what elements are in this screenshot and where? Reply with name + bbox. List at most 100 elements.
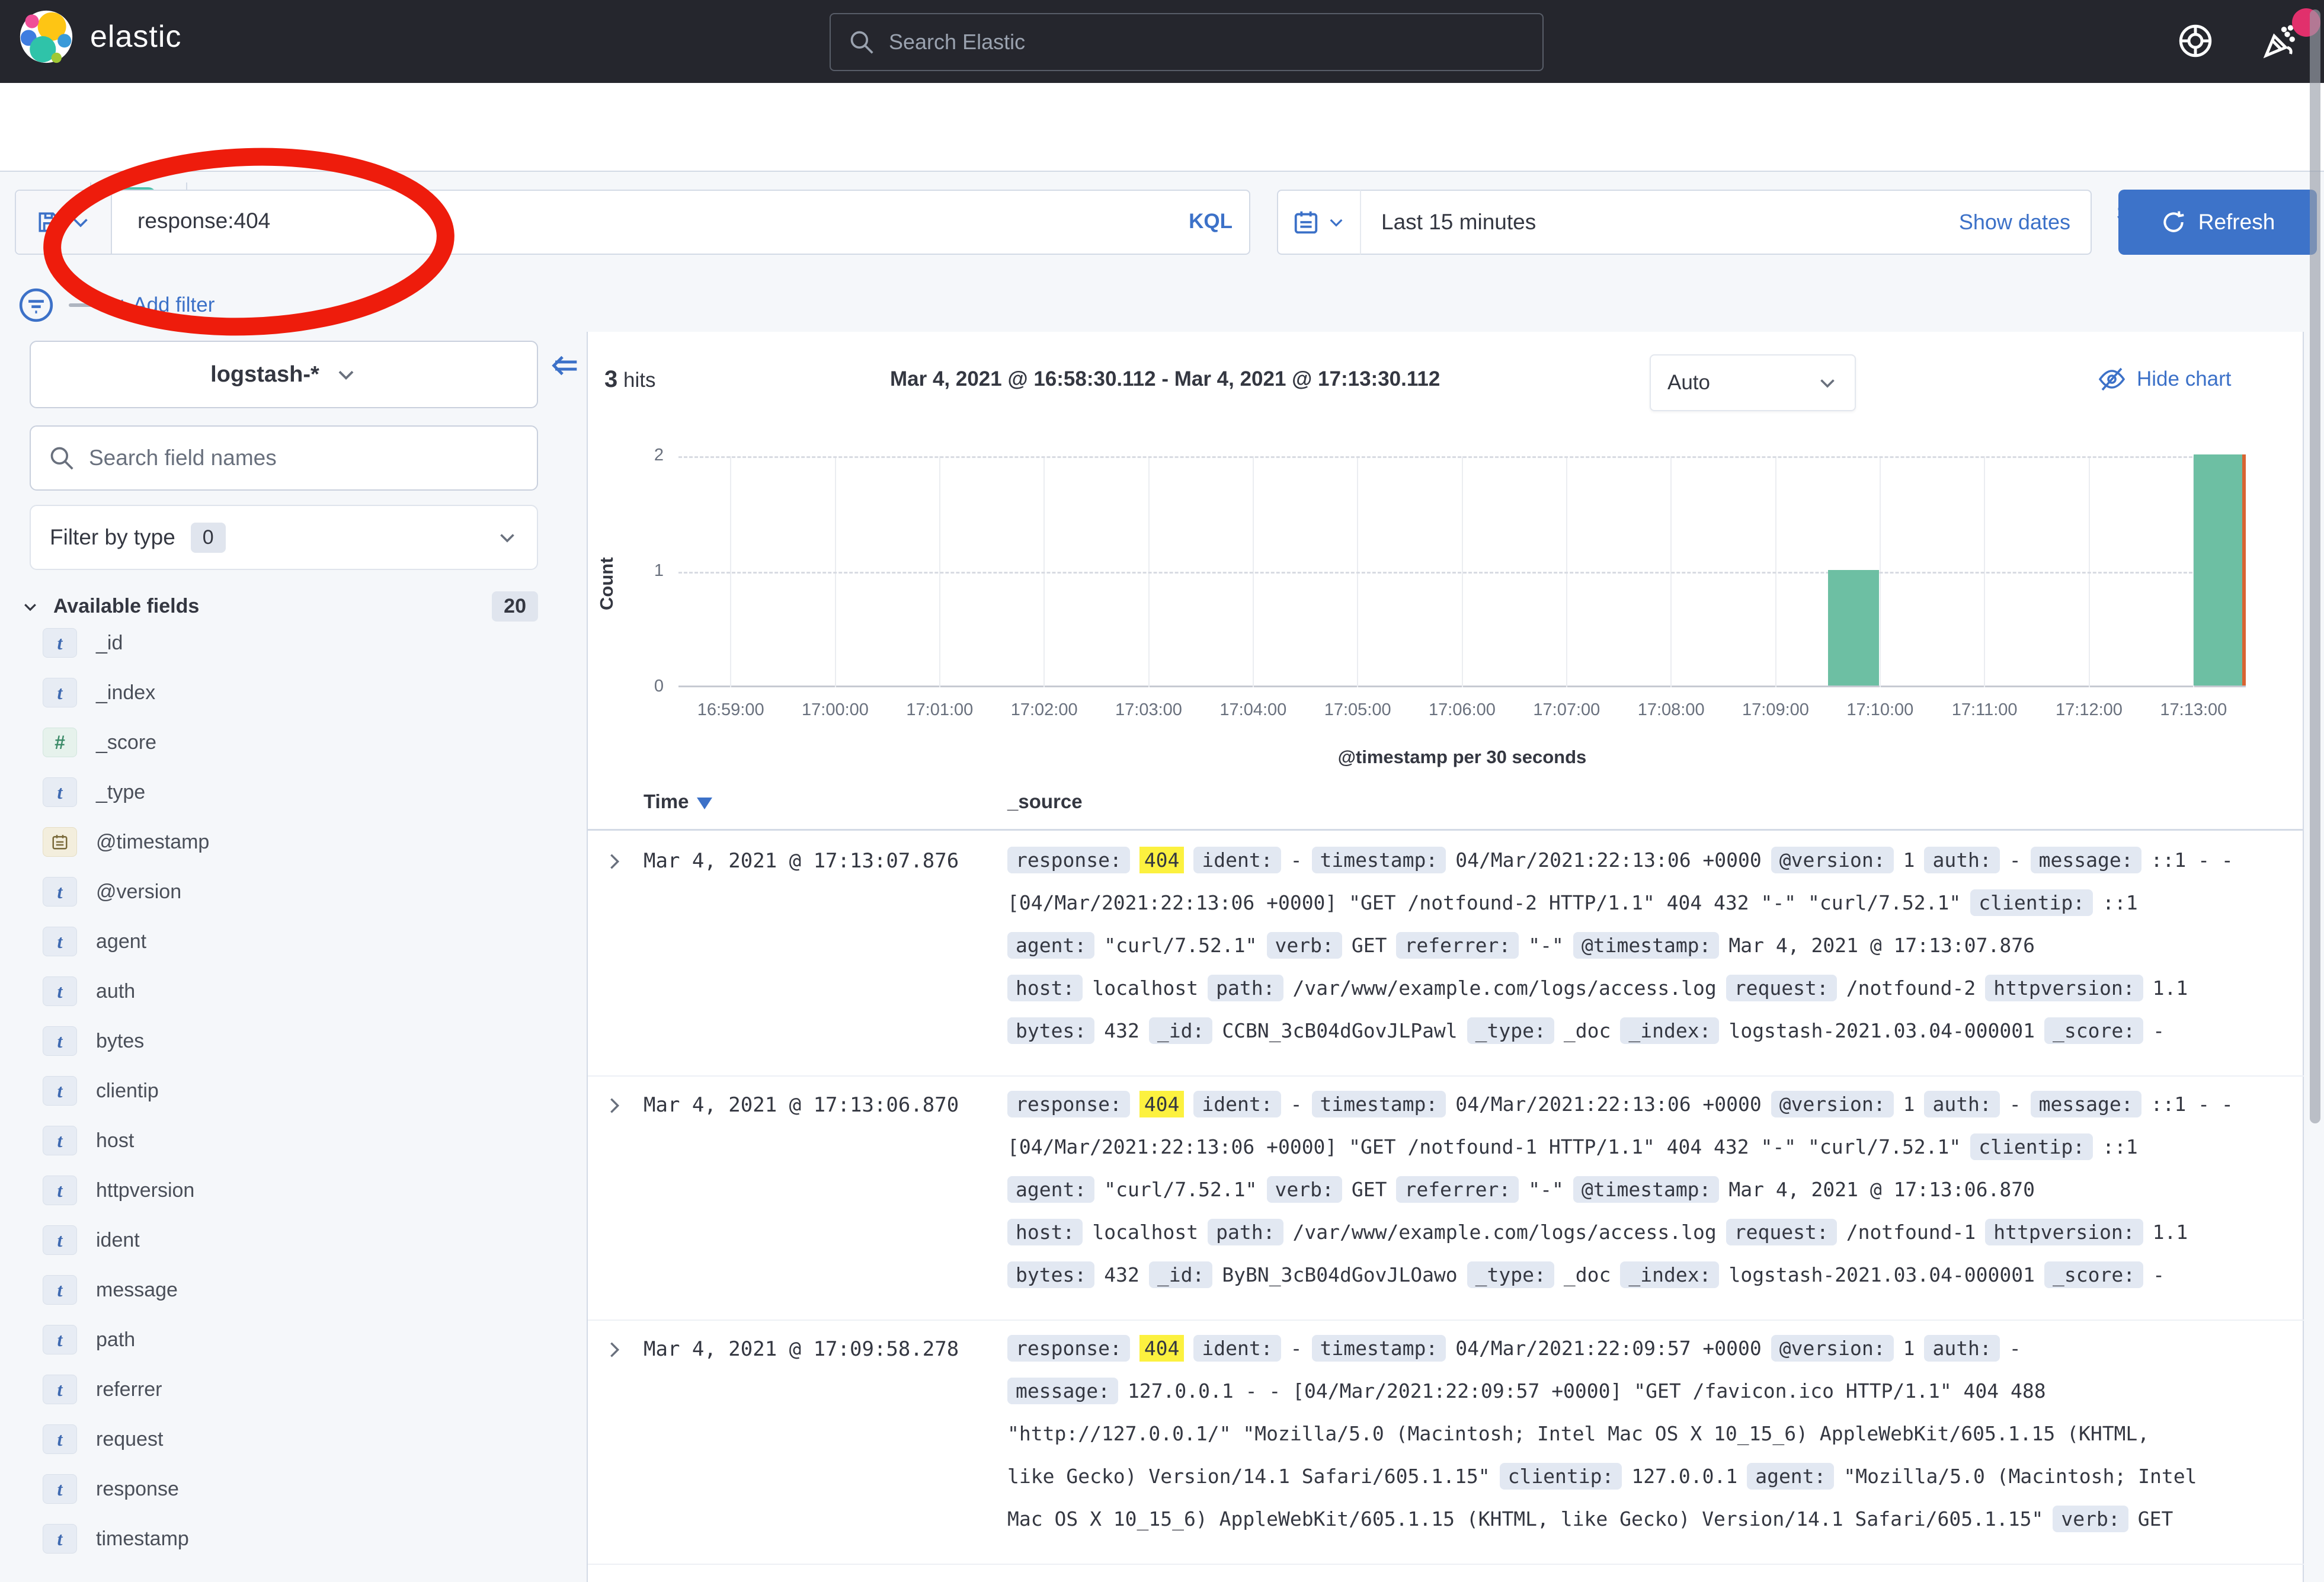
doc-timestamp: Mar 4, 2021 @ 17:09:58.278 — [644, 1337, 959, 1361]
search-icon — [849, 29, 875, 55]
field-item-host[interactable]: thost — [43, 1123, 134, 1158]
global-search-placeholder: Search Elastic — [889, 30, 1025, 55]
global-search-input[interactable]: Search Elastic — [830, 13, 1544, 71]
field-name-pill: host: — [1007, 1219, 1083, 1245]
plot-area[interactable] — [678, 456, 2246, 687]
text-field-icon: t — [43, 777, 77, 807]
field-item-request[interactable]: trequest — [43, 1421, 163, 1457]
date-picker-quick-menu[interactable] — [1277, 190, 1360, 255]
field-search-input[interactable]: Search field names — [30, 425, 538, 491]
refresh-button[interactable]: Refresh — [2118, 190, 2317, 255]
filter-dash — [69, 303, 102, 307]
field-item-@timestamp[interactable]: @timestamp — [43, 824, 209, 860]
field-item-bytes[interactable]: tbytes — [43, 1023, 144, 1059]
histogram-bar[interactable] — [2194, 454, 2245, 686]
field-item-referrer[interactable]: treferrer — [43, 1372, 162, 1407]
field-item-ident[interactable]: tident — [43, 1222, 140, 1258]
field-value: [04/Mar/2021:22:13:06 +0000] "GET /notfo… — [1007, 891, 1961, 914]
field-value: localhost — [1092, 976, 1198, 1000]
column-header-time[interactable]: Time — [644, 790, 712, 813]
field-value: 1 — [1903, 1337, 1915, 1360]
interval-value: Auto — [1667, 371, 1710, 395]
query-bar[interactable]: response:404 KQL — [15, 190, 1250, 255]
field-name-pill: clientip: — [1970, 1133, 2093, 1160]
doc-source-line: agent:"curl/7.52.1"verb:GETreferrer:"-"@… — [1007, 1168, 2305, 1210]
field-value: ::1 - - — [2151, 848, 2233, 872]
query-input[interactable]: response:404 — [137, 209, 270, 233]
field-item-auth[interactable]: tauth — [43, 973, 135, 1009]
field-item-@version[interactable]: t@version — [43, 874, 181, 910]
field-value: Mac OS X 10_15_6) AppleWebKit/605.1.15 (… — [1007, 1507, 2043, 1530]
index-pattern-select[interactable]: logstash-* — [30, 341, 538, 408]
field-item-message[interactable]: tmessage — [43, 1272, 178, 1308]
calendar-icon — [1292, 209, 1320, 236]
field-item-httpversion[interactable]: thttpversion — [43, 1173, 194, 1208]
doc-source-line: bytes:432_id:CCBN_3cB04dGovJLPawl_type:_… — [1007, 1009, 2305, 1052]
field-item-response[interactable]: tresponse — [43, 1471, 179, 1507]
query-language-button[interactable]: KQL — [1189, 210, 1233, 233]
interval-select[interactable]: Auto — [1650, 354, 1856, 411]
text-field-icon: t — [43, 1126, 77, 1155]
table-row: Mar 4, 2021 @ 17:13:07.876response:404id… — [588, 832, 2304, 1077]
doc-source-line: like Gecko) Version/14.1 Safari/605.1.15… — [1007, 1455, 2305, 1497]
field-item-_index[interactable]: t _index — [43, 675, 155, 710]
saved-query-menu[interactable] — [16, 191, 112, 254]
expand-row-icon[interactable] — [604, 851, 625, 872]
field-name: _index — [96, 681, 155, 704]
field-name: agent — [96, 930, 146, 953]
doc-source-line: message:127.0.0.1 - - [04/Mar/2021:22:09… — [1007, 1369, 2305, 1412]
expand-row-icon[interactable] — [604, 1340, 625, 1360]
available-fields-header[interactable]: Available fields 20 — [21, 591, 538, 622]
histogram-chart[interactable]: Count @timestamp per 30 seconds 16:59:00… — [588, 415, 2304, 782]
doc-timestamp: Mar 4, 2021 @ 17:13:06.870 — [644, 1093, 959, 1117]
collapse-sidebar-icon[interactable] — [548, 348, 582, 383]
time-range-display[interactable]: Last 15 minutes Show dates — [1360, 190, 2092, 255]
highlighted-value: 404 — [1139, 847, 1185, 873]
time-range-end-marker — [2242, 454, 2246, 686]
filter-icon[interactable] — [18, 287, 55, 324]
field-name-pill: _score: — [2044, 1017, 2143, 1044]
field-name: bytes — [96, 1030, 144, 1053]
field-item-_id[interactable]: t_id — [43, 625, 123, 661]
field-item-timestamp[interactable]: ttimestamp — [43, 1521, 189, 1557]
field-value: Mar 4, 2021 @ 17:13:07.876 — [1728, 934, 2035, 957]
elastic-logo[interactable]: elastic — [18, 8, 181, 65]
chevron-down-icon — [1327, 213, 1346, 232]
add-filter-button[interactable]: + Add filter — [116, 293, 215, 317]
expand-row-icon[interactable] — [604, 1096, 625, 1116]
field-name: _id — [96, 632, 123, 655]
histogram-bar[interactable] — [1828, 570, 1879, 686]
field-item-clientip[interactable]: tclientip — [43, 1073, 159, 1109]
field-name-pill: clientip: — [1970, 889, 2093, 916]
field-item-_type[interactable]: t_type — [43, 774, 145, 810]
field-value: 1.1 — [2153, 1221, 2188, 1244]
time-range-value[interactable]: Last 15 minutes — [1381, 210, 1536, 235]
field-value: - — [1291, 1337, 1302, 1360]
x-tick-label: 17:12:00 — [2056, 700, 2123, 720]
field-value: /notfound-2 — [1846, 976, 1976, 1000]
x-tick-label: 17:08:00 — [1638, 700, 1705, 720]
filter-by-type-select[interactable]: Filter by type 0 — [30, 505, 538, 570]
field-value: CCBN_3cB04dGovJLPawl — [1222, 1019, 1457, 1042]
scrollbar-thumb[interactable] — [2310, 9, 2320, 1123]
brand-text: elastic — [90, 19, 181, 55]
field-name: referrer — [96, 1378, 162, 1401]
time-column-label: Time — [644, 790, 689, 813]
global-header: elastic Search Elastic — [0, 0, 2324, 83]
search-icon — [49, 445, 75, 471]
field-value: /var/www/example.com/logs/access.log — [1293, 1221, 1717, 1244]
field-name-pill: _id: — [1149, 1261, 1212, 1288]
field-item-agent[interactable]: tagent — [43, 924, 146, 959]
eye-slash-icon — [2098, 365, 2126, 393]
field-value: - — [2009, 848, 2021, 872]
field-item-path[interactable]: tpath — [43, 1322, 135, 1357]
field-name-pill: auth: — [1924, 1091, 1999, 1117]
help-icon[interactable] — [2176, 21, 2215, 60]
discover-page: elastic Search Elastic — [0, 0, 2324, 1582]
index-pattern-label: logstash-* — [210, 362, 319, 388]
hide-chart-button[interactable]: Hide chart — [2098, 365, 2232, 393]
show-dates-button[interactable]: Show dates — [1959, 210, 2070, 235]
field-item-_score[interactable]: #_score — [43, 725, 156, 760]
field-name-pill: @version: — [1771, 1335, 1894, 1362]
text-field-icon: t — [43, 678, 77, 707]
